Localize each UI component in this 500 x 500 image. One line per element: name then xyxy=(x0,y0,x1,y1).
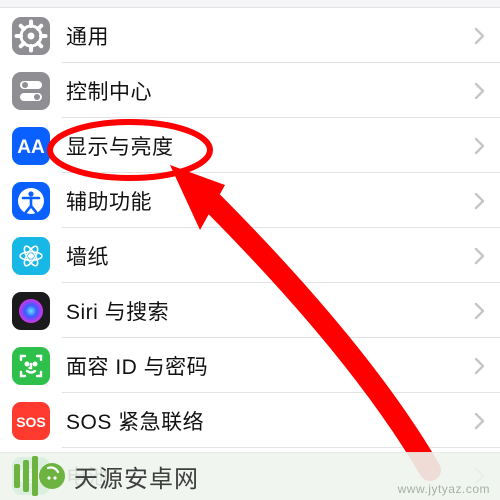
chevron-right-icon xyxy=(474,192,486,210)
row-label: 辅助功能 xyxy=(66,186,474,216)
settings-row-general[interactable]: 通用 xyxy=(0,8,500,63)
chevron-right-icon xyxy=(474,137,486,155)
row-label: Siri 与搜索 xyxy=(66,296,474,326)
siri-icon xyxy=(12,292,50,330)
watermark-bar: 天源安卓网 www.jytyaz.com xyxy=(0,452,500,500)
sos-icon: SOS xyxy=(12,402,50,440)
settings-list: 通用控制中心AA显示与亮度辅助功能墙纸Siri 与搜索面容 ID 与密码SOSS… xyxy=(0,8,500,500)
watermark-logo-icon xyxy=(14,456,66,496)
switches-icon xyxy=(12,72,50,110)
row-label: 墙纸 xyxy=(66,241,474,271)
settings-row-sos[interactable]: SOS SOS 紧急联络 xyxy=(0,393,500,448)
chevron-right-icon xyxy=(474,302,486,320)
row-label: 通用 xyxy=(66,21,474,51)
svg-text:SOS: SOS xyxy=(16,414,46,430)
chevron-right-icon xyxy=(474,412,486,430)
chevron-right-icon xyxy=(474,82,486,100)
row-label: 控制中心 xyxy=(66,76,474,106)
gear-icon xyxy=(12,17,50,55)
flower-icon xyxy=(12,237,50,275)
settings-row-wallpaper[interactable]: 墙纸 xyxy=(0,228,500,283)
watermark-text: 天源安卓网 xyxy=(74,459,199,494)
settings-row-siri[interactable]: Siri 与搜索 xyxy=(0,283,500,338)
aa-icon: AA xyxy=(12,127,50,165)
settings-row-display[interactable]: AA 显示与亮度 xyxy=(0,118,500,173)
chevron-right-icon xyxy=(474,27,486,45)
settings-row-accessibility[interactable]: 辅助功能 xyxy=(0,173,500,228)
chevron-right-icon xyxy=(474,247,486,265)
settings-row-faceid[interactable]: 面容 ID 与密码 xyxy=(0,338,500,393)
row-label: SOS 紧急联络 xyxy=(66,406,474,436)
accessibility-icon xyxy=(12,182,50,220)
watermark-url: www.jytyaz.com xyxy=(398,482,490,496)
chevron-right-icon xyxy=(474,357,486,375)
settings-row-control[interactable]: 控制中心 xyxy=(0,63,500,118)
row-label: 面容 ID 与密码 xyxy=(66,351,474,381)
svg-text:AA: AA xyxy=(17,137,45,158)
status-bar xyxy=(0,0,500,8)
row-label: 显示与亮度 xyxy=(66,131,474,161)
faceid-icon xyxy=(12,347,50,385)
